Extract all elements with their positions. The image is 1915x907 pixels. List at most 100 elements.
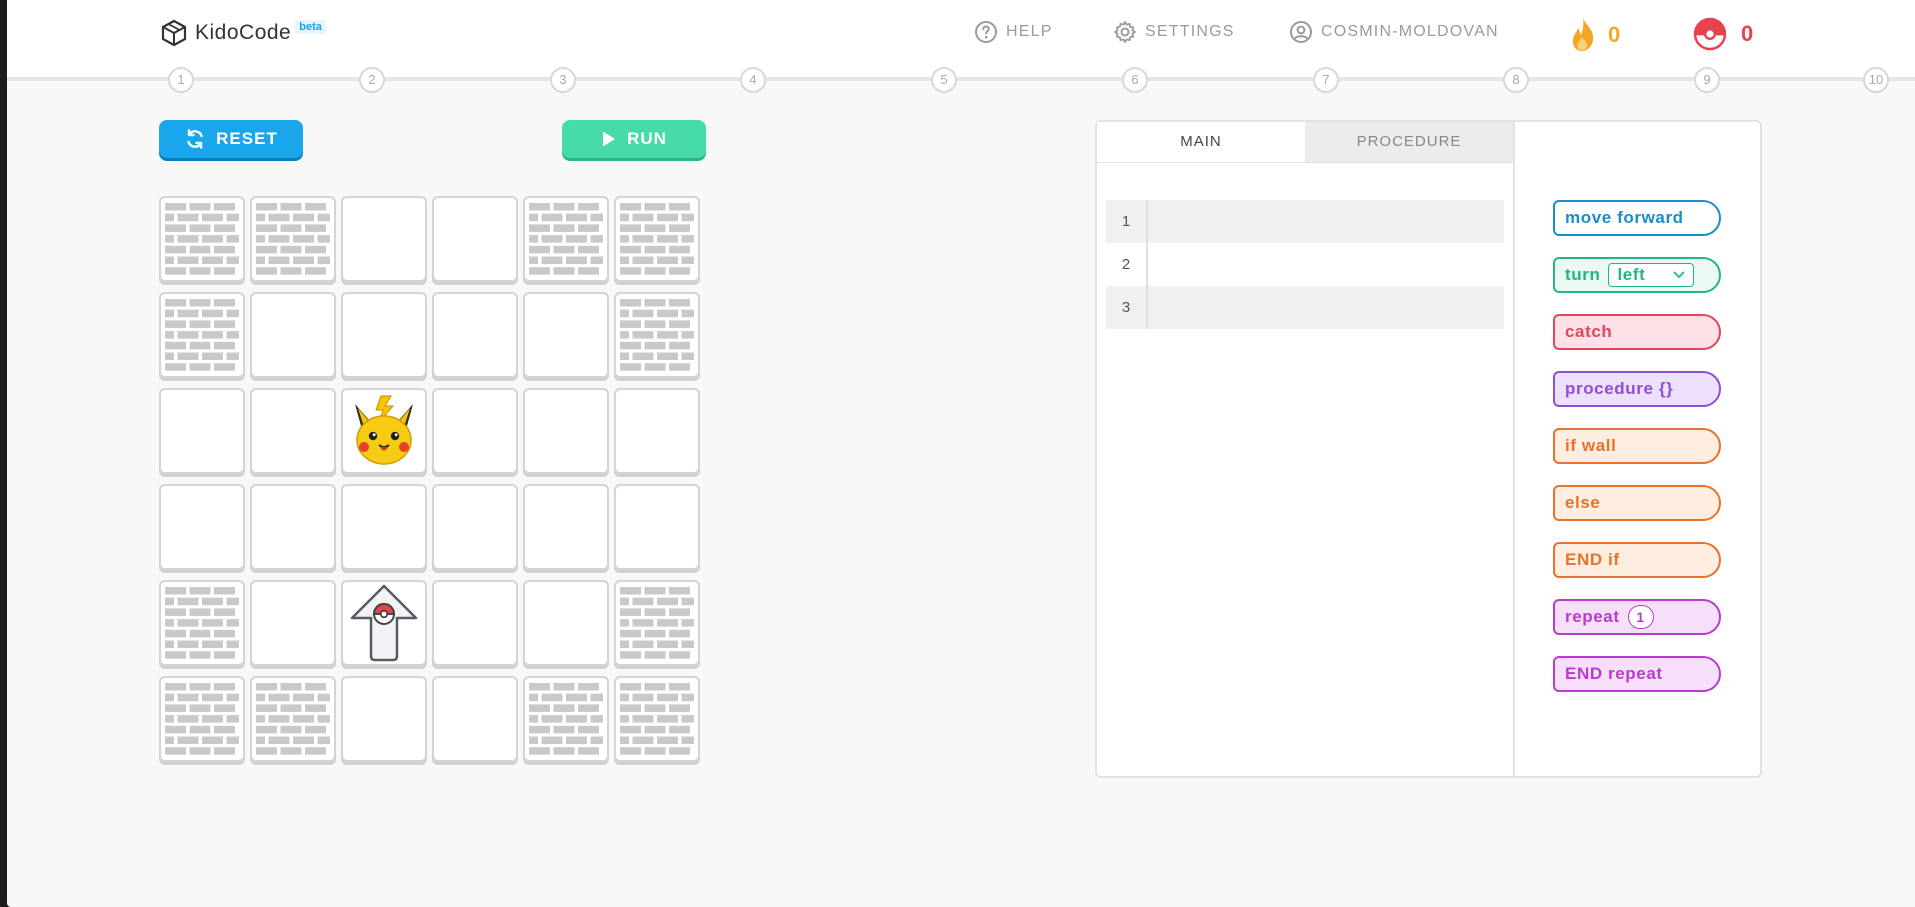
reset-button[interactable]: RESET [159, 120, 303, 158]
if-wall-block[interactable]: if wall [1553, 428, 1721, 464]
board-cell-brick-wall [614, 580, 700, 666]
move-forward-block[interactable]: move forward [1553, 200, 1721, 236]
board-cell-empty [432, 196, 518, 282]
brand-name: KidoCode [195, 21, 292, 44]
top-bar: KidoCode beta HELP SETTINGS COSMIN-MOLDO… [7, 0, 1915, 78]
line-number: 2 [1106, 243, 1148, 286]
board-cell-empty [432, 388, 518, 474]
end-repeat-block[interactable]: END repeat [1553, 656, 1721, 692]
code-line[interactable]: 3 [1106, 286, 1504, 329]
game-board [159, 196, 700, 762]
board-cell-brick-wall [614, 196, 700, 282]
board-cell-empty [523, 484, 609, 570]
level-step[interactable]: 1 [168, 67, 194, 93]
refresh-icon [187, 129, 203, 149]
code-line[interactable]: 1 [1106, 200, 1504, 243]
gear-icon [1114, 21, 1136, 43]
board-cell-brick-wall [159, 580, 245, 666]
help-link[interactable]: HELP [974, 20, 1053, 44]
pikachu-icon [355, 395, 413, 465]
board-cell-empty [523, 388, 609, 474]
board-cell-empty [341, 676, 427, 762]
brick-wall-icon [256, 683, 330, 755]
board-cell-brick-wall [523, 196, 609, 282]
board-cell-empty [614, 484, 700, 570]
level-step[interactable]: 10 [1863, 67, 1889, 93]
brick-wall-icon [165, 683, 239, 755]
pokeball-counter: 0 [1693, 17, 1753, 51]
turn-block[interactable]: turn left [1553, 257, 1721, 293]
board-cell-brick-wall [250, 676, 336, 762]
board-cell-pikachu-target [341, 388, 427, 474]
user-menu[interactable]: COSMIN-MOLDOVAN [1289, 20, 1499, 44]
board-cell-empty [250, 292, 336, 378]
else-block[interactable]: else [1553, 485, 1721, 521]
brick-wall-icon [529, 683, 603, 755]
procedure-block[interactable]: procedure {} [1553, 371, 1721, 407]
fire-icon [1572, 18, 1594, 51]
board-cell-empty [159, 388, 245, 474]
brick-wall-icon [529, 203, 603, 275]
help-label: HELP [1006, 23, 1053, 40]
level-step[interactable]: 4 [740, 67, 766, 93]
board-cell-empty [614, 388, 700, 474]
pokeball-count: 0 [1741, 21, 1754, 46]
repeat-block[interactable]: repeat 1 [1553, 599, 1721, 635]
level-step[interactable]: 7 [1313, 67, 1339, 93]
app-window: KidoCode beta HELP SETTINGS COSMIN-MOLDO… [7, 0, 1915, 907]
tab-procedure[interactable]: PROCEDURE [1305, 122, 1513, 162]
pokeball-arrow-up-icon [350, 584, 418, 662]
help-icon [975, 21, 997, 43]
line-number: 1 [1106, 200, 1148, 243]
board-cell-empty [432, 580, 518, 666]
level-step[interactable]: 2 [359, 67, 385, 93]
brand[interactable]: KidoCode beta [159, 18, 326, 48]
level-step[interactable]: 9 [1694, 67, 1720, 93]
chevron-down-icon [1674, 271, 1685, 279]
user-icon [1290, 21, 1312, 43]
fire-counter: 0 [1568, 17, 1620, 53]
fire-count: 0 [1608, 22, 1621, 47]
board-cell-brick-wall [614, 292, 700, 378]
brick-wall-icon [256, 203, 330, 275]
board-cell-empty [341, 484, 427, 570]
settings-label: SETTINGS [1145, 23, 1235, 40]
board-cell-pokeball-player-facing-up [341, 580, 427, 666]
editor-divider [1513, 122, 1515, 776]
board-cell-brick-wall [159, 196, 245, 282]
brick-wall-icon [620, 203, 694, 275]
board-cell-empty [432, 484, 518, 570]
brick-wall-icon [620, 683, 694, 755]
board-cell-empty [250, 580, 336, 666]
board-cell-empty [341, 196, 427, 282]
settings-link[interactable]: SETTINGS [1113, 20, 1235, 44]
code-line[interactable]: 2 [1106, 243, 1504, 286]
turn-direction-select[interactable]: left [1608, 263, 1695, 287]
board-cell-empty [432, 676, 518, 762]
repeat-count-input[interactable]: 1 [1627, 605, 1654, 629]
board-cell-empty [159, 484, 245, 570]
board-cell-empty [250, 484, 336, 570]
brick-wall-icon [165, 299, 239, 371]
board-cell-empty [250, 388, 336, 474]
repeat-label: repeat [1565, 607, 1620, 626]
level-step[interactable]: 3 [550, 67, 576, 93]
beta-badge: beta [295, 20, 326, 34]
brick-wall-icon [620, 587, 694, 659]
pokeball-icon [1693, 17, 1727, 51]
run-button[interactable]: RUN [562, 120, 706, 158]
board-cell-empty [523, 580, 609, 666]
end-if-block[interactable]: END if [1553, 542, 1721, 578]
catch-block[interactable]: catch [1553, 314, 1721, 350]
level-step[interactable]: 6 [1122, 67, 1148, 93]
level-step[interactable]: 5 [931, 67, 957, 93]
tab-main[interactable]: MAIN [1097, 122, 1305, 162]
turn-label: turn [1565, 265, 1601, 284]
level-progress-track [7, 77, 1915, 81]
board-cell-empty [523, 292, 609, 378]
username: COSMIN-MOLDOVAN [1321, 23, 1499, 40]
cube-logo-icon [161, 19, 187, 47]
brick-wall-icon [165, 203, 239, 275]
level-step[interactable]: 8 [1503, 67, 1529, 93]
editor-tabs: MAIN PROCEDURE [1097, 122, 1513, 163]
